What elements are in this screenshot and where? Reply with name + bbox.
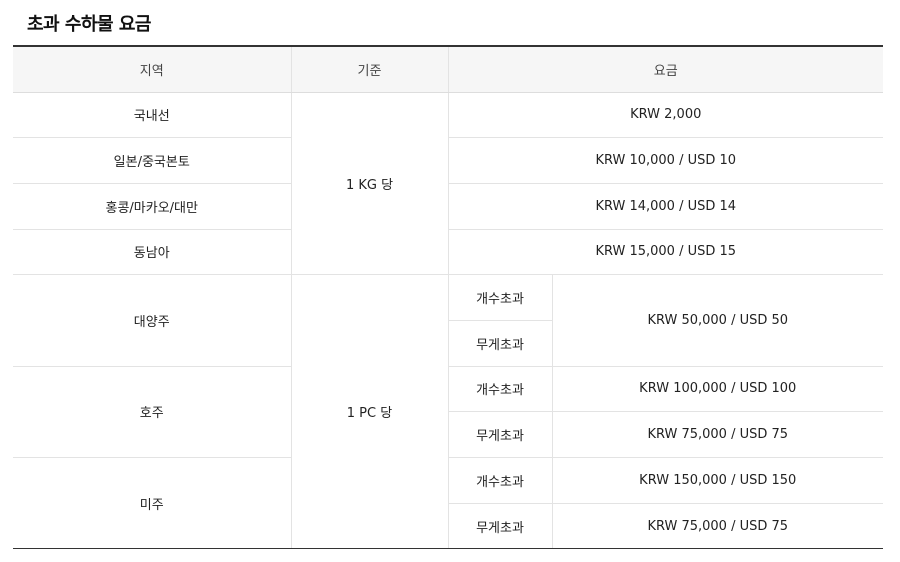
table-row: 동남아 KRW 15,000 / USD 15 — [13, 229, 884, 276]
page-title: 초과 수하물 요금 — [27, 14, 151, 35]
fee-cell: KRW 75,000 / USD 75 — [552, 503, 884, 550]
excess-type-cell: 무게초과 — [448, 320, 553, 367]
fee-cell: KRW 15,000 / USD 15 — [448, 229, 884, 276]
excess-type-cell: 개수초과 — [448, 366, 553, 413]
region-cell: 대양주 — [13, 274, 291, 367]
region-cell: 일본/중국본토 — [13, 137, 291, 184]
region-cell: 호주 — [13, 366, 291, 459]
excess-type-cell: 개수초과 — [448, 457, 553, 504]
excess-type-cell: 무게초과 — [448, 411, 553, 458]
excess-type-cell: 무게초과 — [448, 503, 553, 550]
fee-cell: KRW 75,000 / USD 75 — [552, 411, 884, 458]
fee-cell: KRW 50,000 / USD 50 — [552, 274, 884, 367]
fee-cell: KRW 14,000 / USD 14 — [448, 183, 884, 230]
fee-cell: KRW 150,000 / USD 150 — [552, 457, 884, 504]
header-basis: 기준 — [291, 45, 449, 93]
fee-cell: KRW 10,000 / USD 10 — [448, 137, 884, 184]
table-row: 홍콩/마카오/대만 KRW 14,000 / USD 14 — [13, 183, 884, 230]
header-fee: 요금 — [448, 45, 884, 93]
basis-cell: 1 KG 당 — [290, 92, 449, 276]
table-row: 국내선 1 KG 당 KRW 2,000 — [13, 92, 884, 276]
basis-cell: 1 PC 당 — [290, 274, 449, 550]
fee-cell: KRW 2,000 — [448, 92, 884, 139]
region-cell: 미주 — [13, 457, 291, 550]
region-cell: 국내선 — [13, 92, 291, 139]
excess-baggage-fee-table: 지역 기준 요금 국내선 1 KG 당 KRW 2,000 일본/중국본토 KR… — [13, 45, 884, 550]
table-row: 일본/중국본토 KRW 10,000 / USD 10 — [13, 137, 884, 184]
table-row: 대양주 1 PC 당 개수초과 KRW 50,000 / USD 50 — [13, 274, 884, 550]
table-row: 미주 개수초과 KRW 150,000 / USD 150 — [13, 457, 884, 550]
region-cell: 홍콩/마카오/대만 — [13, 183, 291, 230]
table-header-row: 지역 기준 요금 — [13, 45, 884, 93]
excess-type-cell: 개수초과 — [448, 274, 553, 321]
region-cell: 동남아 — [13, 229, 291, 276]
fee-cell: KRW 100,000 / USD 100 — [552, 366, 884, 413]
header-region: 지역 — [13, 45, 292, 93]
table-row: 호주 개수초과 KRW 100,000 / USD 100 — [13, 366, 884, 459]
